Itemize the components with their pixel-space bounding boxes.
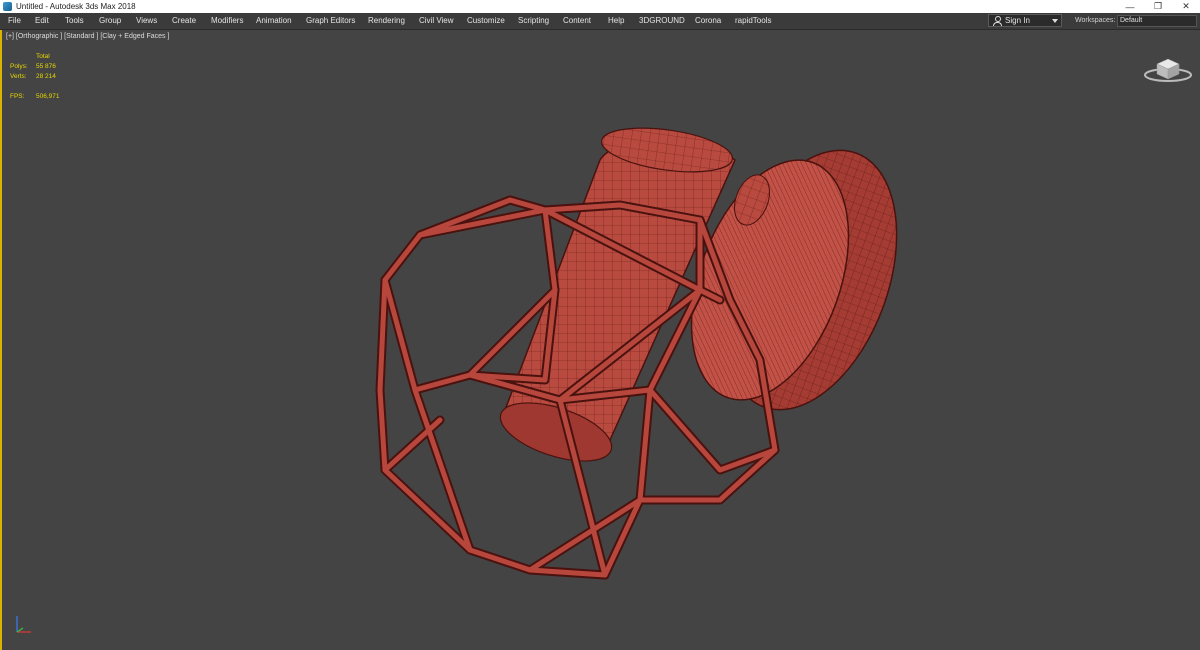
lamp-model-render[interactable] [0, 30, 1200, 650]
menu-rapidtools[interactable]: rapidTools [735, 13, 771, 29]
window-title: Untitled - Autodesk 3ds Max 2018 [16, 2, 136, 11]
menu-views[interactable]: Views [136, 13, 157, 29]
workspace-select[interactable]: Default [1117, 15, 1197, 27]
user-icon [993, 16, 1002, 26]
sign-in-dropdown[interactable]: Sign In [988, 14, 1062, 27]
minimize-button[interactable]: — [1116, 0, 1144, 13]
menu-edit[interactable]: Edit [35, 13, 49, 29]
maximize-button[interactable]: ❐ [1144, 0, 1172, 13]
menu-file[interactable]: File [8, 13, 21, 29]
menu-create[interactable]: Create [172, 13, 196, 29]
title-bar: Untitled - Autodesk 3ds Max 2018 — ❐ ✕ [0, 0, 1200, 13]
menu-group[interactable]: Group [99, 13, 121, 29]
menu-scripting[interactable]: Scripting [518, 13, 549, 29]
menu-animation[interactable]: Animation [256, 13, 292, 29]
menu-modifiers[interactable]: Modifiers [211, 13, 243, 29]
app-icon [3, 2, 12, 11]
workspaces-label: Workspaces: [1075, 17, 1116, 24]
close-button[interactable]: ✕ [1172, 0, 1200, 13]
menu-help[interactable]: Help [608, 13, 624, 29]
menu-rendering[interactable]: Rendering [368, 13, 405, 29]
menu-civil-view[interactable]: Civil View [419, 13, 454, 29]
menu-customize[interactable]: Customize [467, 13, 505, 29]
menu-corona[interactable]: Corona [695, 13, 721, 29]
menu-3dground[interactable]: 3DGROUND [639, 13, 685, 29]
menu-tools[interactable]: Tools [65, 13, 84, 29]
menu-content[interactable]: Content [563, 13, 591, 29]
sign-in-label: Sign In [1005, 16, 1030, 25]
chevron-down-icon [1052, 19, 1058, 23]
menu-graph-editors[interactable]: Graph Editors [306, 13, 355, 29]
